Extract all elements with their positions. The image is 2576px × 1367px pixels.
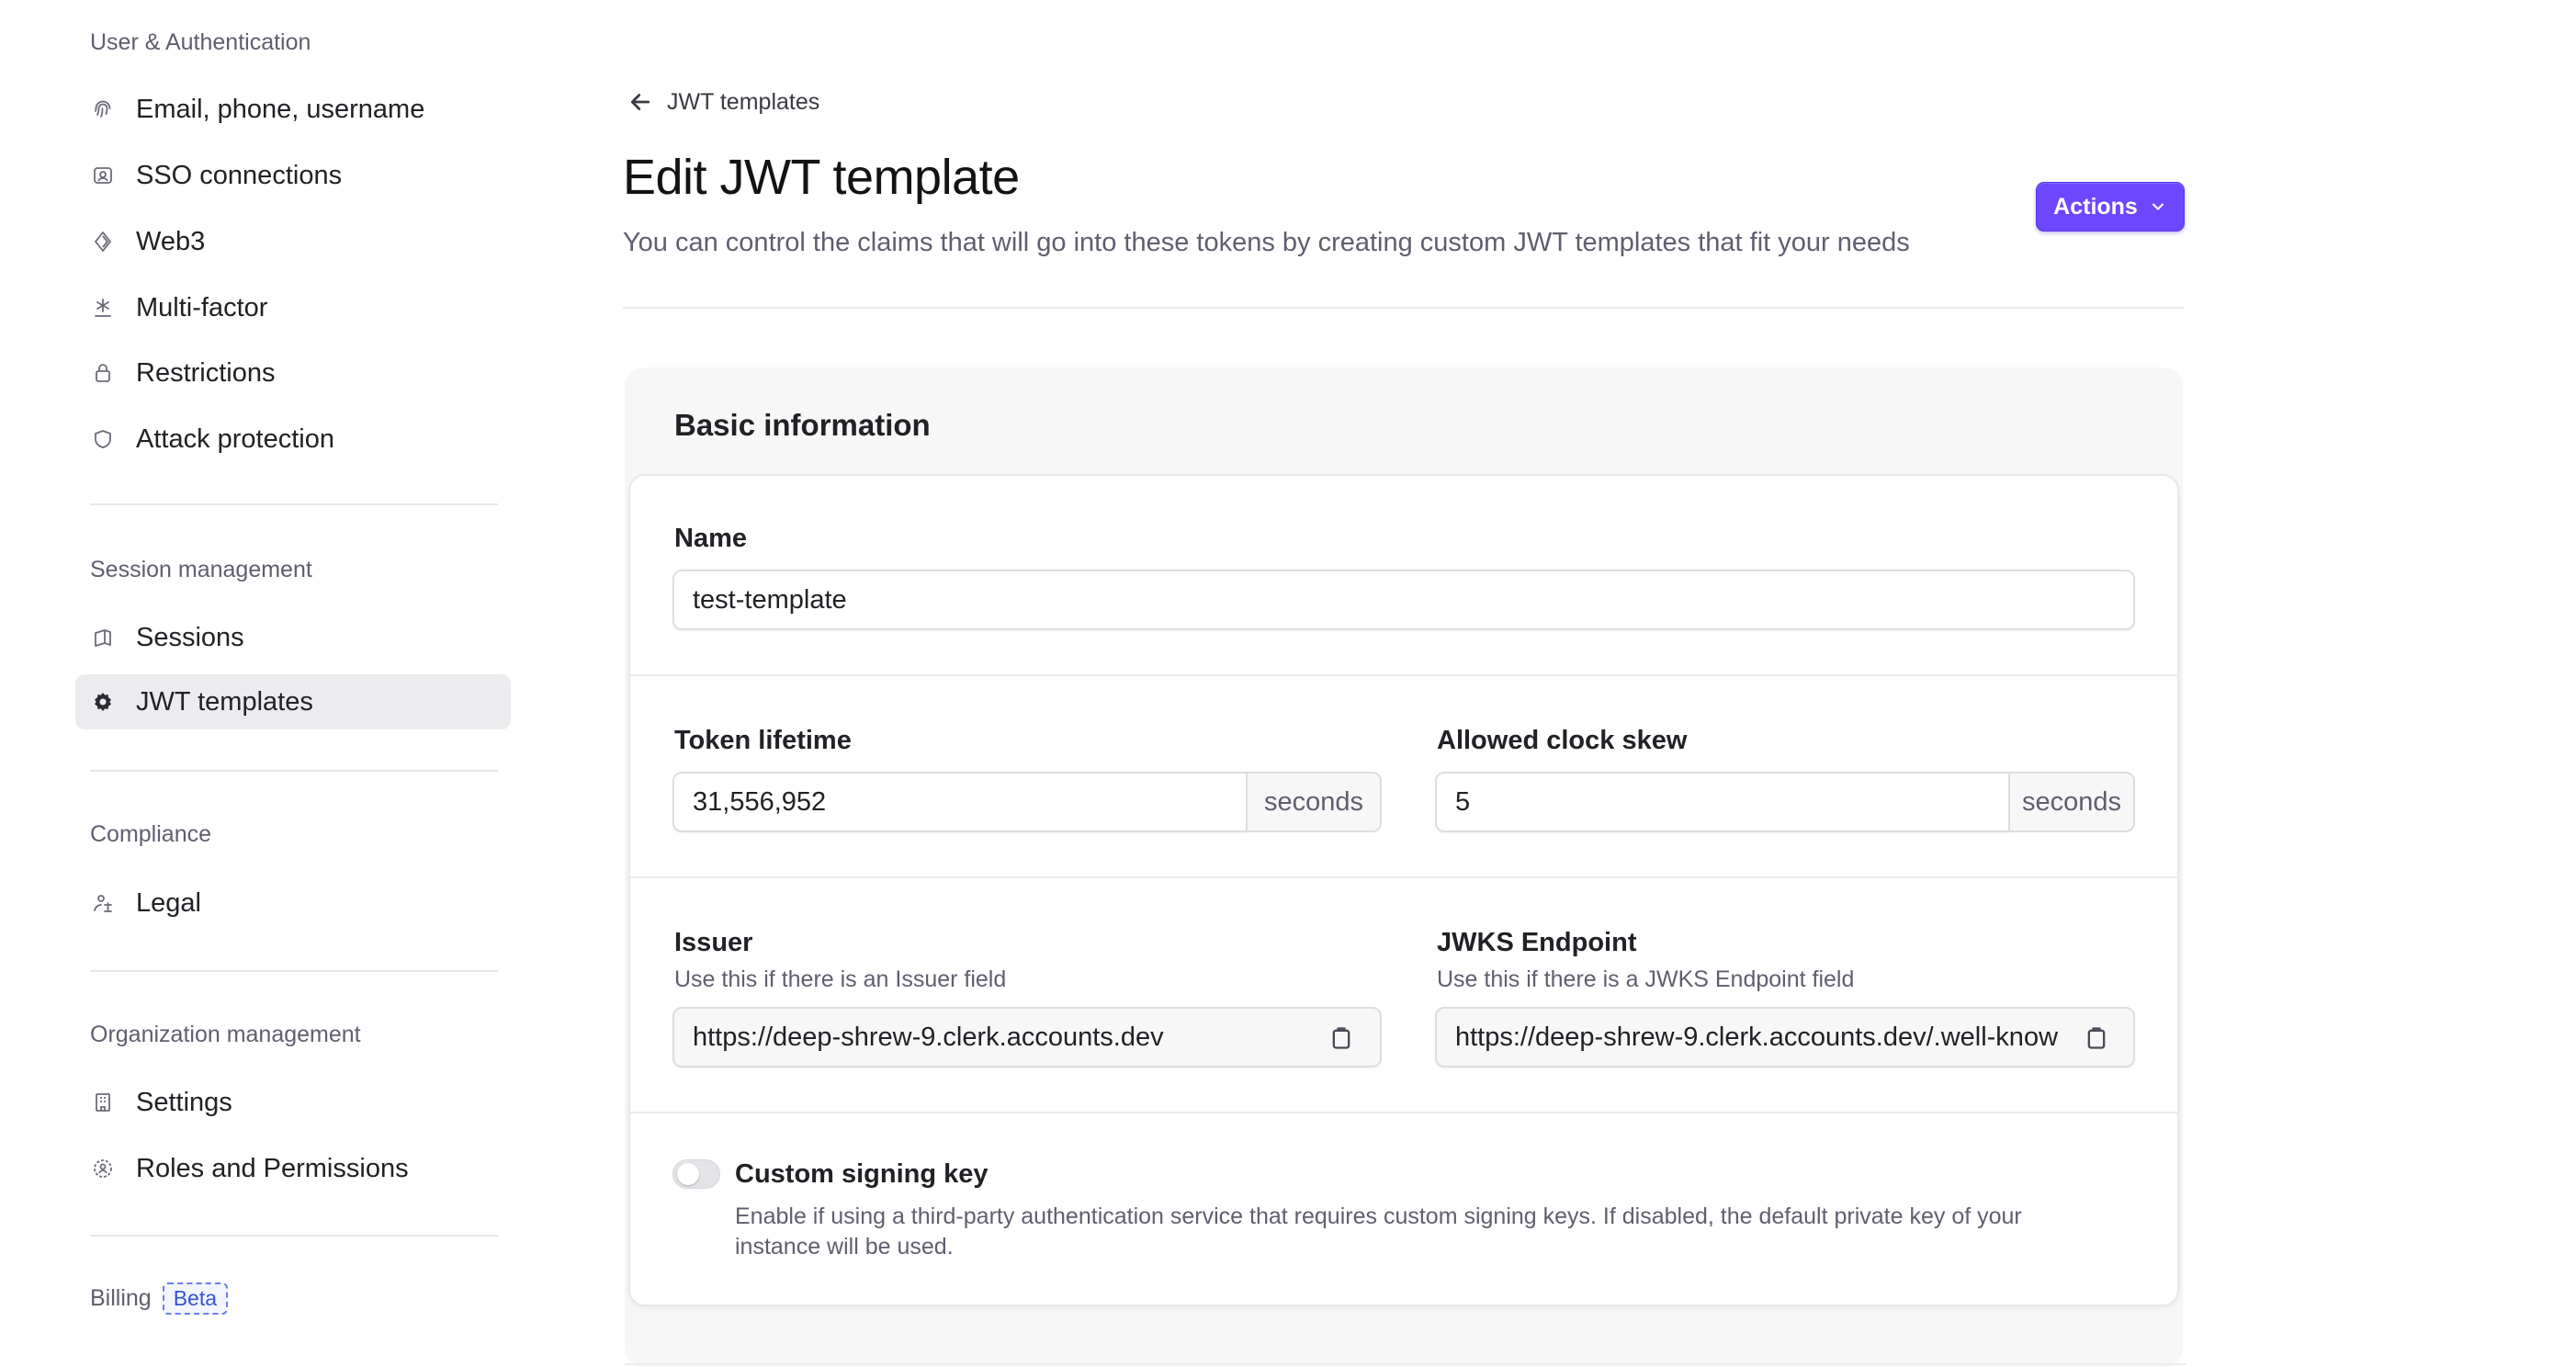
token-lifetime-unit: seconds bbox=[1246, 772, 1382, 832]
sidebar-item-label: Sessions bbox=[136, 622, 244, 652]
row-separator bbox=[630, 876, 2177, 878]
custom-signing-key-toggle[interactable] bbox=[672, 1159, 720, 1189]
sidebar-item-restrictions[interactable]: Restrictions bbox=[75, 345, 511, 401]
issuer-input[interactable]: https://deep-shrew-9.clerk.accounts.dev bbox=[672, 1007, 1382, 1068]
sidebar-item-label: Multi-factor bbox=[136, 292, 268, 322]
name-label: Name bbox=[674, 524, 747, 553]
billing-title: Billing bbox=[90, 1285, 152, 1311]
building-icon bbox=[92, 1091, 114, 1113]
clipboard-icon[interactable] bbox=[1328, 1025, 1354, 1051]
sidebar-divider bbox=[90, 770, 498, 772]
custom-signing-key-description: Enable if using a third-party authentica… bbox=[735, 1203, 2022, 1260]
custom-signing-key-label: Custom signing key bbox=[735, 1159, 989, 1189]
page-title: Edit JWT template bbox=[623, 150, 1020, 205]
arrow-left-icon bbox=[630, 94, 650, 110]
legal-icon bbox=[92, 892, 114, 914]
sidebar-item-email-phone-username[interactable]: Email, phone, username bbox=[75, 82, 511, 137]
actions-label: Actions bbox=[2053, 193, 2138, 220]
sidebar-item-label: JWT templates bbox=[136, 686, 313, 717]
jwks-hint: Use this if there is a JWKS Endpoint fie… bbox=[1437, 966, 1855, 992]
lock-icon bbox=[92, 362, 114, 384]
sessions-icon bbox=[92, 627, 114, 649]
sidebar-item-label: Restrictions bbox=[136, 357, 276, 388]
sidebar-divider bbox=[90, 503, 498, 505]
sidebar-item-sessions[interactable]: Sessions bbox=[75, 610, 511, 665]
section-title-compliance: Compliance bbox=[90, 821, 212, 847]
section-title-organization-management: Organization management bbox=[90, 1022, 361, 1047]
gear-icon bbox=[92, 691, 114, 713]
roles-icon bbox=[92, 1158, 114, 1180]
sidebar-item-label: Settings bbox=[136, 1087, 232, 1117]
sidebar-item-web3[interactable]: Web3 bbox=[75, 214, 511, 269]
sso-icon bbox=[92, 164, 114, 186]
bottom-divider bbox=[625, 1363, 2186, 1365]
jwks-input[interactable]: https://deep-shrew-9.clerk.accounts.dev/… bbox=[1435, 1007, 2135, 1068]
sidebar-divider bbox=[90, 1235, 498, 1237]
sidebar-item-label: Email, phone, username bbox=[136, 94, 425, 124]
sidebar-item-label: SSO connections bbox=[136, 160, 343, 190]
clock-skew-input[interactable]: 5 bbox=[1435, 772, 2010, 832]
row-separator bbox=[630, 674, 2177, 676]
sidebar-divider bbox=[90, 970, 498, 972]
sidebar-item-label: Attack protection bbox=[136, 424, 334, 454]
sidebar-item-label: Web3 bbox=[136, 226, 206, 256]
jwks-label: JWKS Endpoint bbox=[1437, 928, 1637, 957]
sidebar-item-sso-connections[interactable]: SSO connections bbox=[75, 148, 511, 203]
token-lifetime-label: Token lifetime bbox=[674, 726, 852, 755]
issuer-hint: Use this if there is an Issuer field bbox=[674, 966, 1007, 992]
sidebar-item-roles-permissions[interactable]: Roles and Permissions bbox=[75, 1141, 511, 1196]
clock-skew-unit: seconds bbox=[2008, 772, 2135, 832]
section-title-billing: Billing Beta bbox=[90, 1282, 229, 1315]
clipboard-icon[interactable] bbox=[2084, 1025, 2109, 1051]
sidebar: User & Authentication Email, phone, user… bbox=[0, 0, 551, 1367]
back-link[interactable]: JWT templates bbox=[627, 88, 819, 116]
name-input[interactable]: test-template bbox=[672, 570, 2135, 630]
web3-icon bbox=[92, 231, 114, 253]
sidebar-item-label: Legal bbox=[136, 887, 201, 918]
basic-info-title: Basic information bbox=[674, 408, 931, 442]
header-divider bbox=[623, 307, 2185, 309]
back-link-label: JWT templates bbox=[667, 88, 820, 115]
sidebar-item-label: Roles and Permissions bbox=[136, 1153, 409, 1183]
toggle-knob bbox=[677, 1163, 699, 1185]
fingerprint-icon bbox=[92, 98, 114, 120]
actions-button[interactable]: Actions bbox=[2036, 182, 2185, 232]
page-subtitle: You can control the claims that will go … bbox=[623, 228, 1910, 257]
row-separator bbox=[630, 1112, 2177, 1113]
sidebar-item-legal[interactable]: Legal bbox=[75, 876, 511, 931]
app-root: User & Authentication Email, phone, user… bbox=[0, 0, 2576, 1367]
sidebar-item-attack-protection[interactable]: Attack protection bbox=[75, 412, 511, 467]
clock-skew-label: Allowed clock skew bbox=[1437, 726, 1688, 755]
sidebar-item-org-settings[interactable]: Settings bbox=[75, 1075, 511, 1130]
chevron-down-icon bbox=[2152, 203, 2164, 210]
beta-badge: Beta bbox=[162, 1282, 229, 1315]
asterisk-icon bbox=[92, 297, 114, 319]
sidebar-item-jwt-templates[interactable]: JWT templates bbox=[75, 674, 511, 729]
shield-icon bbox=[92, 428, 114, 450]
section-title-user-auth: User & Authentication bbox=[90, 29, 311, 55]
section-title-session-management: Session management bbox=[90, 557, 312, 582]
issuer-label: Issuer bbox=[674, 928, 753, 957]
sidebar-item-multi-factor[interactable]: Multi-factor bbox=[75, 280, 511, 335]
token-lifetime-input[interactable]: 31,556,952 bbox=[672, 772, 1248, 832]
